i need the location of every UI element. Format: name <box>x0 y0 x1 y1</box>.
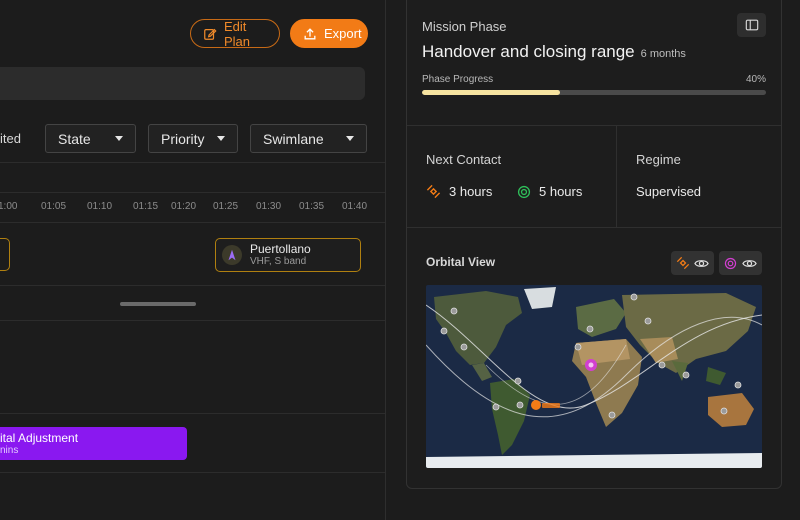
task-bar-orbital-adjustment[interactable]: ital Adjustment nins <box>0 427 187 460</box>
phase-title: Handover and closing range 6 months <box>422 42 686 62</box>
filter-partial-label: ited <box>0 131 21 146</box>
satellite-icon <box>426 184 441 199</box>
satellite-icon <box>676 256 689 270</box>
station-name: Puertollano <box>250 241 311 256</box>
time-tick: 01:35 <box>299 201 325 212</box>
time-tick: 01:30 <box>256 201 282 212</box>
divider <box>0 162 385 163</box>
station-card-puertollano[interactable]: Puertollano VHF, S band <box>215 238 361 272</box>
export-icon <box>304 27 316 39</box>
scrollbar-handle[interactable] <box>120 302 196 306</box>
target-icon <box>724 257 737 269</box>
next-contact-secondary-value: 5 hours <box>539 184 583 199</box>
mission-panel: Mission Phase Handover and closing range… <box>406 0 782 489</box>
next-contact-primary-value: 3 hours <box>449 184 493 199</box>
divider <box>407 125 781 126</box>
edit-plan-button[interactable]: Edit Plan <box>190 18 280 49</box>
next-contact-label: Next Contact <box>426 152 502 167</box>
export-button[interactable]: Export <box>290 19 368 48</box>
task-subtitle: nins <box>0 445 19 456</box>
orbital-map[interactable] <box>426 285 762 468</box>
search-bar[interactable] <box>0 67 365 100</box>
divider <box>0 413 385 414</box>
chevron-down-icon <box>217 136 225 141</box>
time-tick: 01:25 <box>213 201 239 212</box>
priority-filter-label: Priority <box>161 130 205 147</box>
timeline-pane: Edit Plan Export ited State Priority Swi… <box>0 0 386 520</box>
panel-toggle-button[interactable] <box>737 13 766 37</box>
mission-phase-label: Mission Phase <box>422 19 507 34</box>
priority-filter[interactable]: Priority <box>148 124 238 153</box>
time-tick: 01:10 <box>87 201 113 212</box>
phase-title-text: Handover and closing range <box>422 42 635 61</box>
sidebar-icon <box>745 19 758 31</box>
eye-icon <box>742 259 757 267</box>
progress-fill <box>422 90 560 95</box>
satellite-visibility-toggle[interactable] <box>671 251 714 275</box>
time-tick: 1:00 <box>0 201 18 212</box>
regime-label: Regime <box>636 152 681 167</box>
phase-duration: 6 months <box>640 48 686 60</box>
orbital-view-label: Orbital View <box>426 255 496 269</box>
time-tick: 01:20 <box>171 201 197 212</box>
edit-plan-label: Edit Plan <box>224 18 251 49</box>
progress-bar <box>422 90 766 95</box>
progress-label: Phase Progress <box>422 74 494 85</box>
divider <box>0 222 385 223</box>
task-title: ital Adjustment <box>0 431 79 445</box>
divider <box>0 285 385 286</box>
divider <box>407 227 781 228</box>
state-filter-label: State <box>58 130 91 147</box>
edit-icon <box>204 28 217 40</box>
divider <box>0 472 385 473</box>
state-filter[interactable]: State <box>45 124 136 153</box>
divider <box>0 320 385 321</box>
time-tick: 01:40 <box>342 201 368 212</box>
contact-card-partial[interactable] <box>0 238 10 271</box>
target-visibility-toggle[interactable] <box>719 251 762 275</box>
progress-percent: 40% <box>745 74 766 85</box>
world-map <box>426 285 762 468</box>
swimlane-filter[interactable]: Swimlane <box>250 124 367 153</box>
swimlane-filter-label: Swimlane <box>263 130 324 147</box>
divider <box>616 125 617 227</box>
time-tick: 01:15 <box>133 201 159 212</box>
next-contact-primary: 3 hours <box>426 184 492 199</box>
antenna-icon <box>222 245 242 265</box>
time-tick: 01:05 <box>41 201 67 212</box>
next-contact-secondary: 5 hours <box>517 184 582 199</box>
target-icon <box>517 185 531 198</box>
station-bands: VHF, S band <box>250 255 307 267</box>
eye-icon <box>694 259 710 267</box>
regime-value: Supervised <box>636 184 702 199</box>
divider <box>0 192 385 193</box>
chevron-down-icon <box>115 136 123 141</box>
export-label: Export <box>324 26 362 41</box>
chevron-down-icon <box>346 136 354 141</box>
